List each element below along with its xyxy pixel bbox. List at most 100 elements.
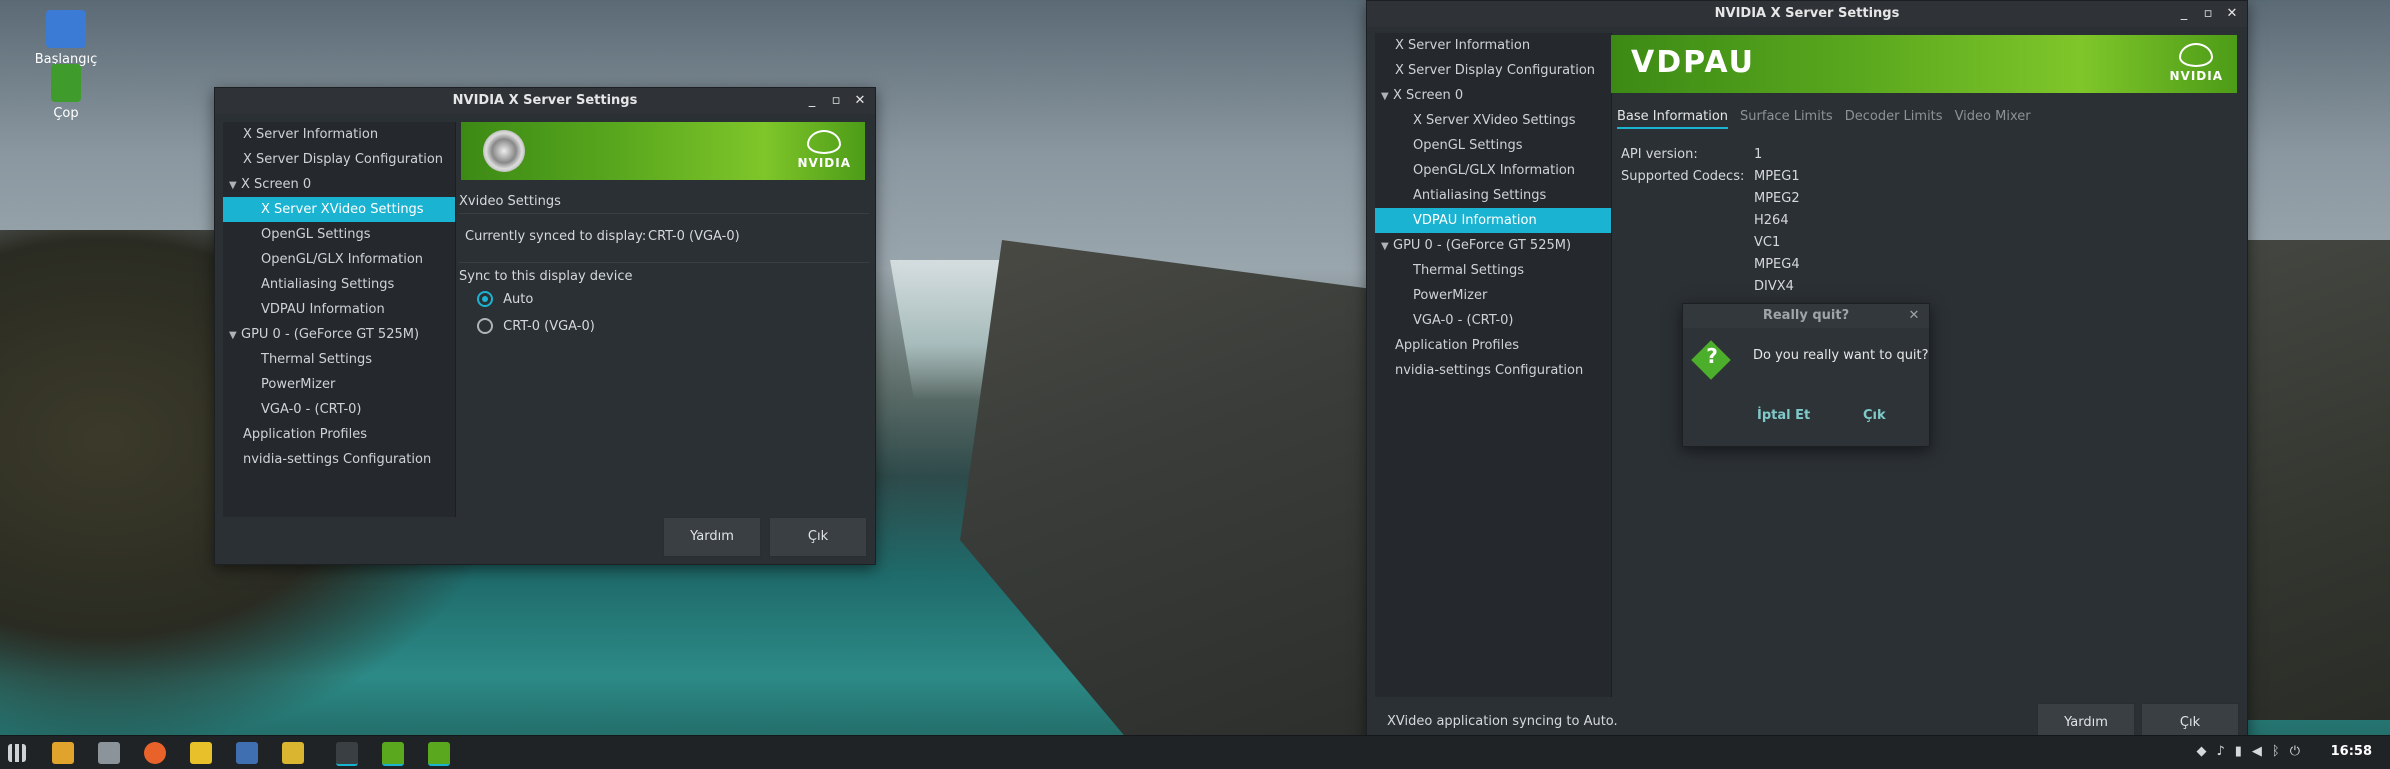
codec-item: MPEG4	[1754, 257, 1800, 272]
sidebar-item[interactable]: X Server Display Configuration	[223, 147, 455, 172]
terminal-task-icon[interactable]	[336, 742, 358, 766]
xvideo-disc-icon	[483, 130, 525, 172]
nvidia-eye-icon	[807, 130, 842, 154]
sidebar-item[interactable]: PowerMizer	[223, 372, 455, 397]
sidebar-item[interactable]: ▼ GPU 0 - (GeForce GT 525M)	[1375, 233, 1611, 258]
sidebar-item[interactable]: VGA-0 - (CRT-0)	[1375, 308, 1611, 333]
codec-list: MPEG1 MPEG2 H264 VC1 MPEG4 DIVX4	[1754, 169, 1800, 301]
expand-caret-icon[interactable]: ▼	[1381, 234, 1393, 259]
radio-unchecked-icon	[477, 318, 493, 334]
sidebar-item-label: X Screen 0	[241, 177, 312, 192]
sidebar-item[interactable]: Application Profiles	[1375, 333, 1611, 358]
maximize-icon[interactable]: ▫	[2201, 1, 2215, 27]
maximize-icon[interactable]: ▫	[829, 88, 843, 114]
codec-item: H264	[1754, 213, 1789, 228]
radio-auto[interactable]: Auto	[477, 291, 533, 307]
trash-icon	[51, 64, 81, 102]
bell-icon[interactable]: ♪	[2216, 744, 2224, 759]
status-text: XVideo application syncing to Auto.	[1387, 714, 1618, 729]
help-button[interactable]: Yardım	[663, 517, 761, 557]
nvidia-logo: NVIDIA	[797, 130, 851, 170]
sidebar-item[interactable]: X Server XVideo Settings	[223, 197, 455, 222]
download-icon[interactable]	[52, 742, 74, 764]
sidebar-item-label: Antialiasing Settings	[1413, 188, 1547, 203]
nvidia-task-icon-2[interactable]	[428, 742, 450, 766]
codecs-label: Supported Codecs:	[1621, 169, 1745, 184]
expand-caret-icon[interactable]: ▼	[229, 173, 241, 198]
radio-label: Auto	[503, 291, 534, 307]
sidebar-item-label: OpenGL/GLX Information	[261, 252, 424, 267]
app-menu-grid-icon[interactable]	[8, 744, 26, 762]
sidebar-item-label: OpenGL Settings	[1413, 138, 1523, 153]
sidebar-item[interactable]: OpenGL/GLX Information	[223, 247, 455, 272]
cancel-button[interactable]: İptal Et	[1757, 408, 1810, 423]
sidebar-item[interactable]: OpenGL/GLX Information	[1375, 158, 1611, 183]
expand-caret-icon[interactable]: ▼	[229, 323, 241, 348]
quit-button[interactable]: Çık	[769, 517, 867, 557]
notes-icon[interactable]	[190, 742, 212, 764]
file-manager-icon[interactable]	[98, 742, 120, 764]
bluetooth-icon[interactable]: ᛒ	[2272, 744, 2280, 759]
sidebar-item-label: X Server Information	[243, 127, 379, 142]
wifi-icon[interactable]: ◆	[2196, 744, 2206, 759]
expand-caret-icon[interactable]: ▼	[1381, 84, 1393, 109]
close-icon[interactable]: ✕	[1907, 304, 1921, 328]
window-title: NVIDIA X Server Settings	[1714, 6, 1900, 21]
close-icon[interactable]: ✕	[2225, 1, 2239, 27]
dialog-titlebar[interactable]: Really quit? ✕	[1683, 304, 1929, 328]
dialog-message: Do you really want to quit?	[1753, 348, 1929, 363]
ok-quit-button[interactable]: Çık	[1863, 408, 1886, 423]
minimize-icon[interactable]: _	[805, 88, 819, 114]
audio-icon[interactable]	[282, 742, 304, 764]
nvidia-task-icon[interactable]	[382, 742, 404, 766]
sidebar-item[interactable]: X Server Display Configuration	[1375, 58, 1611, 83]
sidebar-item[interactable]: OpenGL Settings	[1375, 133, 1611, 158]
sidebar-item[interactable]: Thermal Settings	[1375, 258, 1611, 283]
tab-video-mixer[interactable]: Video Mixer	[1955, 109, 2031, 129]
window-titlebar[interactable]: NVIDIA X Server Settings _ ▫ ✕	[215, 88, 875, 114]
sidebar-item[interactable]: nvidia-settings Configuration	[223, 447, 455, 472]
sidebar-item[interactable]: ▼ X Screen 0	[1375, 83, 1611, 108]
sidebar-tree: X Server Information X Server Display Con…	[1375, 33, 1612, 697]
tab-base-information[interactable]: Base Information	[1617, 109, 1729, 129]
desktop-icon-home[interactable]: Başlangıç	[26, 10, 106, 67]
synced-label: Currently synced to display:	[465, 229, 647, 244]
firefox-icon[interactable]	[144, 742, 166, 764]
codec-item: MPEG1	[1754, 169, 1800, 184]
sidebar-item[interactable]: X Server XVideo Settings	[1375, 108, 1611, 133]
sidebar-item[interactable]: ▼ X Screen 0	[223, 172, 455, 197]
really-quit-dialog: Really quit? ✕ ? Do you really want to q…	[1682, 303, 1930, 447]
sidebar-item-label: GPU 0 - (GeForce GT 525M)	[241, 327, 420, 342]
sidebar-item[interactable]: Antialiasing Settings	[223, 272, 455, 297]
banner-title: VDPAU	[1631, 45, 1756, 80]
desktop-icon-trash[interactable]: Çop	[26, 64, 106, 121]
nvidia-logo-text: NVIDIA	[797, 156, 851, 170]
power-icon[interactable]: ⏻	[2290, 744, 2300, 759]
tab-decoder-limits[interactable]: Decoder Limits	[1845, 109, 1943, 129]
sidebar-item[interactable]: Application Profiles	[223, 422, 455, 447]
tab-surface-limits[interactable]: Surface Limits	[1740, 109, 1833, 129]
sidebar-item[interactable]: PowerMizer	[1375, 283, 1611, 308]
close-icon[interactable]: ✕	[853, 88, 867, 114]
sidebar-item[interactable]: VDPAU Information	[1375, 208, 1611, 233]
sidebar-item-label: X Server Display Configuration	[243, 152, 444, 167]
sidebar-item-label: X Server Information	[1395, 38, 1531, 53]
radio-crt0[interactable]: CRT-0 (VGA-0)	[477, 318, 595, 334]
minimize-icon[interactable]: _	[2177, 1, 2191, 27]
window-titlebar[interactable]: NVIDIA X Server Settings _ ▫ ✕	[1367, 1, 2247, 27]
codec-item: VC1	[1754, 235, 1781, 250]
volume-icon[interactable]: ◀	[2252, 744, 2262, 759]
sidebar-item[interactable]: X Server Information	[223, 122, 455, 147]
sidebar-item[interactable]: nvidia-settings Configuration	[1375, 358, 1611, 383]
nvidia-settings-window-left: NVIDIA X Server Settings _ ▫ ✕ X Server …	[214, 87, 876, 565]
sidebar-item[interactable]: ▼ GPU 0 - (GeForce GT 525M)	[223, 322, 455, 347]
battery-icon[interactable]: ▮	[2235, 744, 2242, 759]
sidebar-item[interactable]: Antialiasing Settings	[1375, 183, 1611, 208]
media-player-icon[interactable]	[236, 742, 258, 764]
sidebar-item[interactable]: OpenGL Settings	[223, 222, 455, 247]
sidebar-item[interactable]: Thermal Settings	[223, 347, 455, 372]
sidebar-item[interactable]: VGA-0 - (CRT-0)	[223, 397, 455, 422]
sidebar-item[interactable]: X Server Information	[1375, 33, 1611, 58]
sidebar-item[interactable]: VDPAU Information	[223, 297, 455, 322]
question-mark-glyph: ?	[1706, 344, 1718, 368]
